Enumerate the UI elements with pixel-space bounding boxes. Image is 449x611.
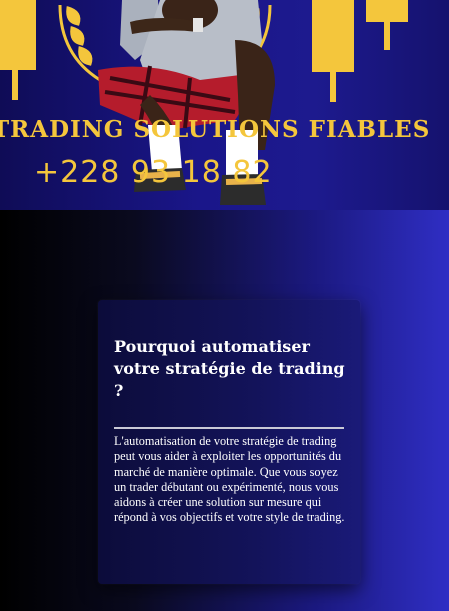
section-title: Pourquoi automatiser votre stratégie de … — [114, 337, 345, 400]
info-card: Pourquoi automatiser votre stratégie de … — [98, 300, 360, 584]
title-divider — [114, 427, 344, 429]
section-body: L'automatisation de votre stratégie de t… — [114, 434, 345, 525]
brand-name: TRADING SOLUTIONS FIABLES — [0, 116, 431, 143]
hero-banner: TRADING SOLUTIONS FIABLES +228 93 18 82 — [0, 0, 449, 210]
phone-number: +228 93 18 82 — [34, 155, 273, 190]
